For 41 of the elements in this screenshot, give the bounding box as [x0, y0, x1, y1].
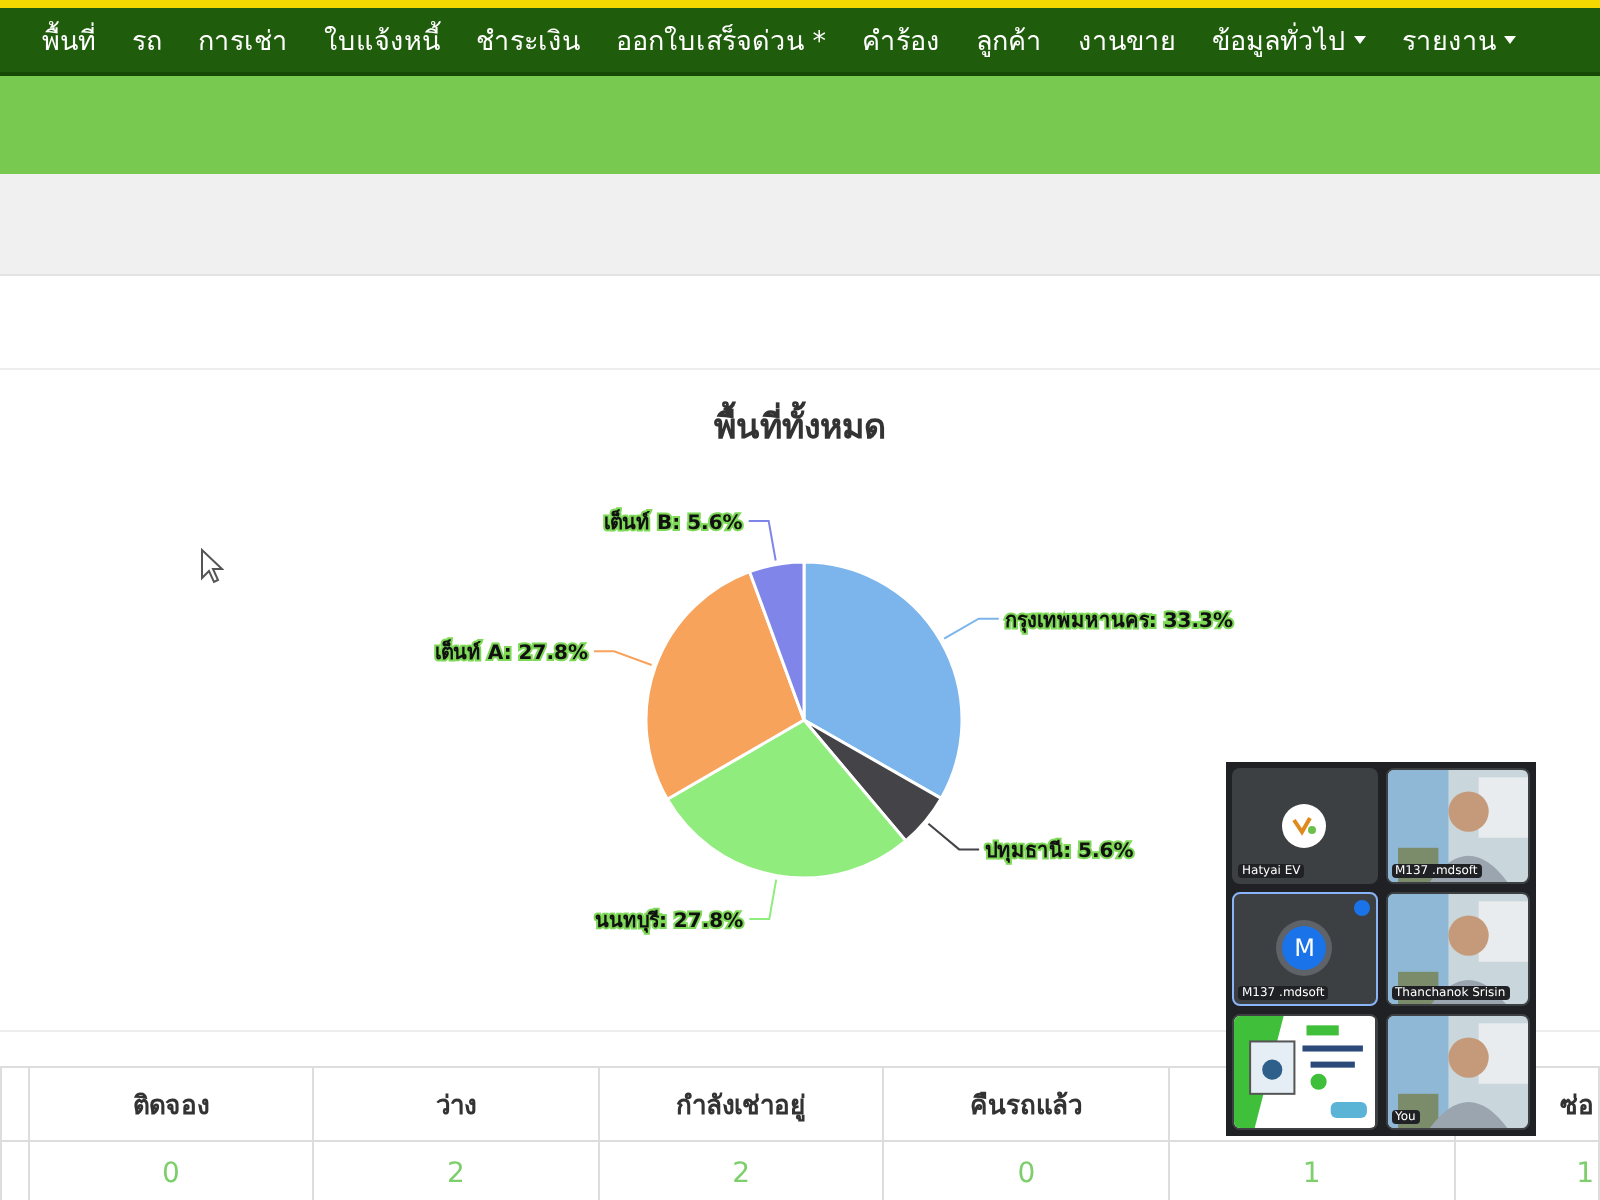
nav-label: พื้นที่ — [42, 18, 96, 62]
nav-link[interactable]: ข้อมูลทั่วไป — [1194, 18, 1385, 62]
nav-link[interactable]: ใบแจ้งหนี้ — [306, 18, 458, 62]
avatar: M — [1282, 926, 1327, 971]
nav-link[interactable]: ชำระเงิน — [458, 18, 598, 62]
nav-label: ออกใบเสร็จด่วน * — [616, 22, 827, 62]
nav-link[interactable]: ลูกค้า — [958, 18, 1061, 62]
leader-line — [927, 822, 981, 851]
leader-line — [747, 520, 777, 562]
nav-link[interactable]: งานขาย — [1060, 18, 1195, 62]
nav-link[interactable]: รถ — [114, 18, 180, 62]
leader-line — [593, 650, 653, 666]
nav-label: ใบแจ้งหนี้ — [324, 18, 440, 62]
column-header: กำลังเช่าอยู่ — [598, 1067, 884, 1141]
nav-label: งานขาย — [1078, 24, 1177, 62]
nav-link[interactable]: พื้นที่ — [24, 18, 114, 62]
data-label: เต็นท์ A: 27.8% — [434, 643, 589, 666]
nav-label: ลูกค้า — [976, 24, 1043, 62]
mouse-cursor-icon — [200, 548, 224, 584]
nav-label: การเช่า — [198, 24, 288, 62]
nav-link[interactable]: ออกใบเสร็จด่วน * — [598, 18, 845, 62]
nav-label: คำร้อง — [862, 24, 941, 62]
speaking-icon — [1353, 899, 1369, 916]
logo-icon — [1282, 803, 1327, 848]
leader-line — [748, 878, 778, 920]
column-header: ว่าง — [313, 1067, 599, 1141]
column-header: ติดจอง — [28, 1067, 314, 1141]
data-label: เต็นท์ B: 5.6% — [604, 513, 743, 536]
nav-label: รายงาน — [1402, 24, 1497, 62]
data-label: กรุงเทพมหานคร: 33.3% — [1004, 610, 1234, 633]
data-label: นนทบุรี: 27.8% — [594, 911, 744, 933]
nav-label: ชำระเงิน — [476, 24, 580, 62]
column-header: คืนรถแล้ว — [883, 1067, 1169, 1141]
nav-label: รถ — [132, 24, 162, 62]
nav-link[interactable]: การเช่า — [180, 18, 306, 62]
nav-label: ข้อมูลทั่วไป — [1212, 20, 1347, 62]
leader-line — [943, 617, 1000, 640]
nav-link[interactable]: รายงาน — [1384, 18, 1535, 62]
chart-title: พื้นที่ทั้งหมด — [714, 398, 886, 452]
nav-link[interactable]: คำร้อง — [844, 18, 959, 62]
data-label: ปทุมธานี: 5.6% — [985, 841, 1134, 864]
